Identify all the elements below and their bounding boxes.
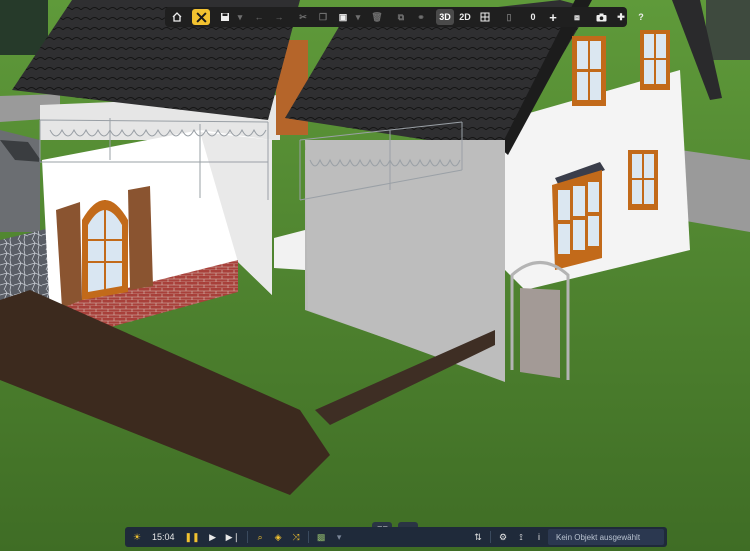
puzzle-icon[interactable]: ✚: [612, 9, 630, 25]
level-number[interactable]: 0: [524, 9, 542, 25]
help-button[interactable]: ?: [632, 9, 650, 25]
lock-icon[interactable]: ▯: [500, 9, 518, 25]
top-toolbar: ▾ ← → ✂ ❐ ▣ ▾ 🗑︎ ⧉ ⚭ 3D 2D ▯ 0 + ⧈ ✚ ?: [165, 7, 644, 27]
separator: [247, 531, 249, 543]
link-icon[interactable]: ⚭: [412, 9, 430, 25]
separator: [308, 531, 310, 543]
shutter-right: [128, 186, 153, 290]
layers-icon[interactable]: ◈: [270, 529, 286, 545]
chevron-down-icon[interactable]: ▾: [354, 9, 362, 25]
copy-icon[interactable]: ❐: [314, 9, 332, 25]
window-upper-2: [640, 30, 670, 90]
separator: [490, 531, 491, 543]
path-icon[interactable]: ⟟: [513, 529, 529, 545]
tree-right: [706, 0, 750, 60]
shuffle-icon[interactable]: ⤨: [288, 529, 304, 545]
search-icon[interactable]: ⌕: [252, 529, 268, 545]
window-upper-1: [572, 36, 606, 106]
gear-icon[interactable]: ⚙: [495, 529, 511, 545]
chevron-down-icon[interactable]: ▾: [331, 529, 347, 545]
delete-icon[interactable]: 🗑︎: [368, 9, 386, 25]
grid-icon[interactable]: [476, 9, 494, 25]
road-right: [680, 150, 750, 232]
settings-sliders-icon[interactable]: ⇅: [470, 529, 486, 545]
bay-window: [552, 162, 605, 270]
cut-icon[interactable]: ✂: [294, 9, 312, 25]
cube-icon[interactable]: ▩: [313, 529, 329, 545]
tree-left: [0, 0, 48, 55]
status-text: Kein Objekt ausgewählt: [548, 529, 664, 545]
save-icon[interactable]: [216, 9, 234, 25]
layers-icon[interactable]: ⧈: [568, 9, 586, 25]
home-icon[interactable]: [168, 9, 186, 25]
3d-viewport[interactable]: [0, 0, 750, 551]
play-icon[interactable]: ▶: [205, 529, 221, 545]
redo-icon[interactable]: →: [270, 9, 288, 25]
view-2d-button[interactable]: 2D: [456, 9, 474, 25]
skip-end-icon[interactable]: ▶❘: [223, 529, 243, 545]
paste-icon[interactable]: ▣: [334, 9, 352, 25]
time-display[interactable]: 15:04: [146, 532, 181, 542]
sun-icon[interactable]: ☀: [129, 529, 145, 545]
view-3d-button[interactable]: 3D: [436, 9, 454, 25]
undo-icon[interactable]: ←: [250, 9, 268, 25]
group-icon[interactable]: ⧉: [392, 9, 410, 25]
camera-icon[interactable]: [592, 9, 610, 25]
add-icon[interactable]: +: [544, 9, 562, 25]
window-lower-right: [628, 150, 658, 210]
bottom-bar: ☀ 15:04 ❚❚ ▶ ▶❘ ⌕ ◈ ⤨ ▩ ▾ ⇅ ⚙ ⟟ i Kein O…: [125, 527, 667, 547]
pause-icon[interactable]: ❚❚: [182, 529, 203, 545]
tools-icon[interactable]: [192, 9, 210, 25]
info-icon[interactable]: i: [531, 529, 547, 545]
chevron-down-icon[interactable]: ▾: [236, 9, 244, 25]
